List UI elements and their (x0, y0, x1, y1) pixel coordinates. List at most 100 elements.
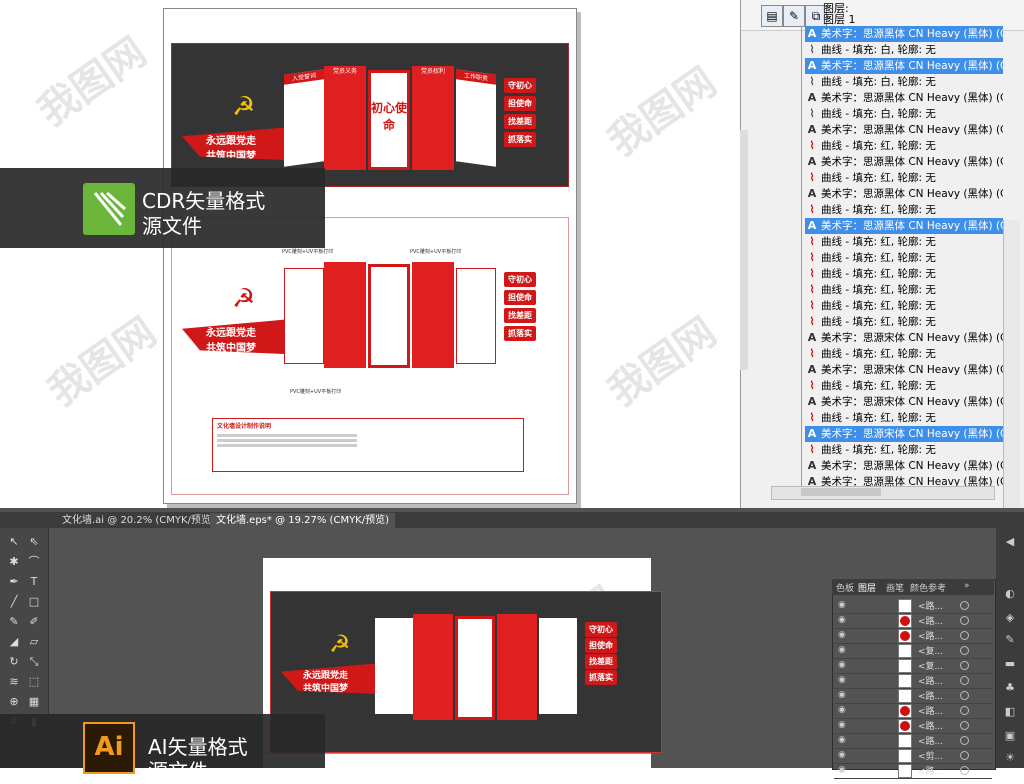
eraser-tool-icon[interactable]: ▱ (26, 634, 42, 650)
object-row[interactable]: ⌇ 曲线 - 填充: 红, 轮廓: 无 (805, 378, 1003, 394)
object-row[interactable]: A 美术字：思源黑体 CN Heavy (黑体) (CH (805, 218, 1003, 234)
target-circle-icon[interactable] (960, 691, 969, 700)
coreldraw-canvas[interactable]: 我图网 我图网 我图网 我图网 我图网 永远跟党走 共筑中国梦 ☭ 入党誓词 党… (0, 0, 740, 508)
target-circle-icon[interactable] (960, 646, 969, 655)
visibility-eye-icon[interactable]: ◉ (838, 765, 846, 775)
direct-selection-tool-icon[interactable]: ⇖ (26, 534, 42, 550)
blob-brush-tool-icon[interactable]: ◢ (6, 634, 22, 650)
object-row[interactable]: A 美术字：思源黑体 CN Heavy (黑体) (CH (805, 474, 1003, 486)
visibility-eye-icon[interactable]: ◉ (838, 750, 846, 760)
object-row[interactable]: ⌇ 曲线 - 填充: 红, 轮廓: 无 (805, 234, 1003, 250)
object-row[interactable]: A 美术字：思源黑体 CN Heavy (黑体) (CH (805, 58, 1003, 74)
edit-across-layers-icon[interactable]: ✎ (783, 5, 805, 27)
object-row[interactable]: ⌇ 曲线 - 填充: 红, 轮廓: 无 (805, 282, 1003, 298)
visibility-eye-icon[interactable]: ◉ (838, 690, 846, 700)
show-properties-icon[interactable]: ▤ (761, 5, 783, 27)
object-row[interactable]: A 美术字：思源宋体 CN Heavy (黑体) (CH (805, 394, 1003, 410)
layer-row[interactable]: ◉ <复... (834, 658, 992, 674)
object-row[interactable]: ⌇ 曲线 - 填充: 红, 轮廓: 无 (805, 138, 1003, 154)
rotate-tool-icon[interactable]: ↻ (6, 654, 22, 670)
horizontal-scrollbar-thumb[interactable] (801, 488, 881, 496)
target-circle-icon[interactable] (960, 751, 969, 760)
target-circle-icon[interactable] (960, 631, 969, 640)
free-transform-tool-icon[interactable]: ⬚ (26, 674, 42, 690)
transform-icon[interactable]: ☀ (1002, 750, 1018, 766)
brush-icon[interactable]: ✎ (1002, 632, 1018, 648)
gradient-icon[interactable]: ▬ (1002, 656, 1018, 672)
object-row[interactable]: A 美术字：思源黑体 CN Heavy (黑体) (CH (805, 90, 1003, 106)
magic-wand-tool-icon[interactable]: ✱ (6, 554, 22, 570)
visibility-eye-icon[interactable]: ◉ (838, 660, 846, 670)
transparency-icon[interactable]: ◧ (1002, 704, 1018, 720)
layer-row[interactable]: ◉ <路... (834, 703, 992, 719)
visibility-eye-icon[interactable]: ◉ (838, 630, 846, 640)
perspective-grid-tool-icon[interactable]: ▦ (26, 694, 42, 710)
layer-row[interactable]: ◉ <路... (834, 718, 992, 734)
visibility-eye-icon[interactable]: ◉ (838, 720, 846, 730)
layer-row[interactable]: ◉ <路... (834, 628, 992, 644)
layer-row[interactable]: ◉ <路... (834, 763, 992, 779)
object-row[interactable]: ⌇ 曲线 - 填充: 白, 轮廓: 无 (805, 74, 1003, 90)
layer-row[interactable]: ◉ <路... (834, 688, 992, 704)
object-row[interactable]: ⌇ 曲线 - 填充: 红, 轮廓: 无 (805, 410, 1003, 426)
pen-tool-icon[interactable]: ✒ (6, 574, 22, 590)
visibility-eye-icon[interactable]: ◉ (838, 705, 846, 715)
layer-row[interactable]: ◉ <剪... (834, 748, 992, 764)
object-list[interactable]: A 美术字：思源黑体 CN Heavy (黑体) (CH ⌇ 曲线 - 填充: 白, … (741, 26, 1003, 486)
culture-wall-design-annotated[interactable]: 永远跟党走 共筑中国梦 ☭ 守初心 担使命 找差距 抓落实 PVC雕刻+UV平板… (171, 217, 569, 495)
object-row[interactable]: ⌇ 曲线 - 填充: 红, 轮廓: 无 (805, 314, 1003, 330)
scale-tool-icon[interactable]: ⤡ (26, 654, 42, 670)
tab-document-eps[interactable]: 文化墙.eps* @ 19.27% (CMYK/预览) (210, 513, 396, 528)
type-tool-icon[interactable]: T (26, 574, 42, 590)
layer-row[interactable]: ◉ <路... (834, 613, 992, 629)
color-icon[interactable]: ◐ (1002, 586, 1018, 602)
target-circle-icon[interactable] (960, 661, 969, 670)
object-row[interactable]: ⌇ 曲线 - 填充: 红, 轮廓: 无 (805, 442, 1003, 458)
target-circle-icon[interactable] (960, 706, 969, 715)
warp-tool-icon[interactable]: ≋ (6, 674, 22, 690)
tab-swatches[interactable]: 色板 (836, 581, 854, 594)
culture-wall-design-dark[interactable]: 永远跟党走 共筑中国梦 ☭ 入党誓词 党员义务 初心使命 党员权利 工作职责 守… (171, 43, 569, 187)
object-row[interactable]: ⌇ 曲线 - 填充: 红, 轮廓: 无 (805, 202, 1003, 218)
appearance-icon[interactable]: ▣ (1002, 728, 1018, 744)
culture-wall-design-ai[interactable]: 永远跟党走 共筑中国梦 ☭ 守初心 担使命 找差距 抓落实 (270, 591, 662, 753)
canvas-vertical-scrollbar[interactable] (740, 130, 748, 370)
layer-row[interactable]: ◉ <复... (834, 643, 992, 659)
tab-color-guide[interactable]: 颜色参考 (910, 581, 946, 594)
object-row[interactable]: A 美术字：思源黑体 CN Heavy (黑体) (CH (805, 186, 1003, 202)
object-row[interactable]: ⌇ 曲线 - 填充: 红, 轮廓: 无 (805, 250, 1003, 266)
target-circle-icon[interactable] (960, 736, 969, 745)
line-tool-icon[interactable]: ╱ (6, 594, 22, 610)
object-row[interactable]: A 美术字：思源宋体 CN Heavy (黑体) (CH (805, 426, 1003, 442)
tab-layers[interactable]: 图层 (858, 581, 876, 594)
visibility-eye-icon[interactable]: ◉ (838, 600, 846, 610)
tab-brushes[interactable]: 画笔 (886, 581, 904, 594)
paintbrush-tool-icon[interactable]: ✎ (6, 614, 22, 630)
object-row[interactable]: ⌇ 曲线 - 填充: 红, 轮廓: 无 (805, 266, 1003, 282)
target-circle-icon[interactable] (960, 721, 969, 730)
pencil-tool-icon[interactable]: ✐ (26, 614, 42, 630)
lasso-tool-icon[interactable]: ⌒ (26, 554, 42, 570)
symbols-icon[interactable]: ♣ (1002, 680, 1018, 696)
layers-icon[interactable]: ◈ (1002, 610, 1018, 626)
object-row[interactable]: ⌇ 曲线 - 填充: 红, 轮廓: 无 (805, 170, 1003, 186)
layer-row[interactable]: ◉ <路... (834, 598, 992, 614)
shape-builder-tool-icon[interactable]: ⊕ (6, 694, 22, 710)
object-row[interactable]: A 美术字：思源黑体 CN Heavy (黑体) (CH (805, 154, 1003, 170)
rectangle-tool-icon[interactable]: □ (26, 594, 42, 610)
object-row[interactable]: A 美术字：思源宋体 CN Heavy (黑体) (CHC) - (805, 330, 1003, 346)
target-circle-icon[interactable] (960, 766, 969, 775)
object-row[interactable]: ⌇ 曲线 - 填充: 白, 轮廓: 无 (805, 42, 1003, 58)
vertical-scrollbar[interactable] (1003, 220, 1020, 510)
target-circle-icon[interactable] (960, 676, 969, 685)
visibility-eye-icon[interactable]: ◉ (838, 735, 846, 745)
layer-row[interactable]: ◉ <路... (834, 673, 992, 689)
object-row[interactable]: A 美术字：思源黑体 CN Heavy (黑体) (CH (805, 458, 1003, 474)
object-row[interactable]: A 美术字：思源黑体 CN Heavy (黑体) (CH (805, 122, 1003, 138)
selection-tool-icon[interactable]: ↖ (6, 534, 22, 550)
target-circle-icon[interactable] (960, 601, 969, 610)
layer-row[interactable]: ◉ <路... (834, 733, 992, 749)
tab-document-ai[interactable]: 文化墙.ai @ 20.2% (CMYK/预览) (56, 513, 221, 528)
object-row[interactable]: A 美术字：思源黑体 CN Heavy (黑体) (CH (805, 26, 1003, 42)
object-row[interactable]: ⌇ 曲线 - 填充: 红, 轮廓: 无 (805, 346, 1003, 362)
